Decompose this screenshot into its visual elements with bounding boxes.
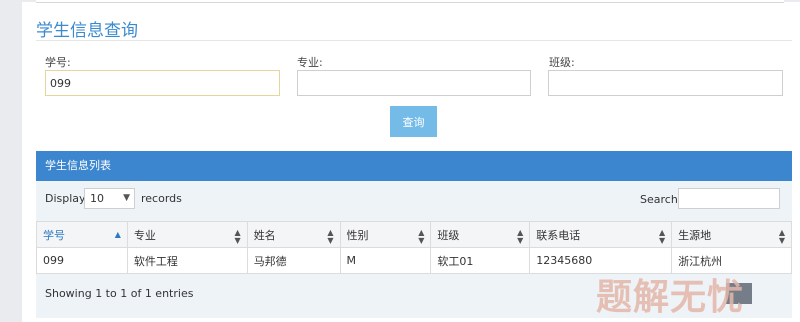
sort-icon: ▲ ▼	[418, 228, 425, 245]
column-label: 生源地	[678, 228, 712, 242]
column-header-phone[interactable]: 联系电话 ▲ ▼	[529, 221, 673, 248]
cell-student-id: 099	[36, 247, 128, 274]
table-header-row: 学号 ▲ 专业 ▲ ▼ 姓名 ▲ ▼ 性别 ▲ ▼ 班级 ▲ ▼ 联系电话 ▲ ▼ 生源地 ▲ ▼	[36, 221, 792, 248]
column-header-name[interactable]: 姓名 ▲ ▼	[246, 221, 341, 248]
column-label: 联系电话	[536, 228, 581, 242]
display-label: Display	[45, 192, 86, 205]
sort-icon: ▲ ▼	[327, 228, 334, 245]
column-header-origin[interactable]: 生源地 ▲ ▼	[671, 221, 792, 248]
query-button[interactable]: 查询	[390, 106, 437, 137]
search-input[interactable]	[678, 188, 780, 209]
title-divider	[36, 40, 792, 41]
column-header-gender[interactable]: 性别 ▲ ▼	[339, 221, 432, 248]
student-table: 学号 ▲ 专业 ▲ ▼ 姓名 ▲ ▼ 性别 ▲ ▼ 班级 ▲ ▼ 联系电话 ▲ ▼ 生源地 ▲ ▼ 099…	[36, 221, 792, 274]
chevron-down-icon: ▼	[123, 193, 130, 203]
cell-name: 马邦德	[246, 247, 341, 274]
page-length-value: 10	[90, 192, 104, 205]
watermark-logo: 题解无忧	[596, 277, 745, 318]
student-id-input[interactable]	[45, 70, 280, 96]
sort-icon: ▲ ▼	[234, 228, 241, 245]
column-header-major[interactable]: 专业 ▲ ▼	[126, 221, 248, 248]
search-label: Search:	[640, 193, 682, 206]
class-input[interactable]	[548, 70, 783, 96]
table-info: Showing 1 to 1 of 1 entries	[45, 287, 194, 300]
page-length-select[interactable]: 10 ▼	[84, 188, 135, 209]
cell-class: 软工01	[430, 247, 531, 274]
page-title: 学生信息查询	[36, 21, 138, 41]
top-divider	[36, 0, 784, 3]
sort-icon: ▲ ▼	[658, 228, 666, 245]
sort-icon: ▲ ▼	[517, 228, 524, 245]
major-label: 专业:	[297, 56, 323, 69]
column-header-class[interactable]: 班级 ▲ ▼	[430, 221, 531, 248]
student-id-label: 学号:	[45, 56, 71, 69]
cell-gender: M	[339, 247, 432, 274]
records-label: records	[141, 192, 182, 205]
class-label: 班级:	[549, 56, 575, 69]
column-label: 班级	[437, 228, 460, 242]
cell-major: 软件工程	[126, 247, 248, 274]
column-label: 姓名	[253, 228, 276, 242]
column-label: 专业	[133, 228, 156, 242]
sort-icon: ▲ ▼	[778, 228, 785, 245]
column-label: 学号	[43, 228, 65, 242]
sort-asc-icon: ▲	[114, 230, 121, 239]
panel-header: 学生信息列表	[36, 151, 792, 181]
major-input[interactable]	[297, 70, 531, 96]
column-header-student-id[interactable]: 学号 ▲	[36, 221, 128, 248]
column-label: 性别	[346, 228, 369, 242]
